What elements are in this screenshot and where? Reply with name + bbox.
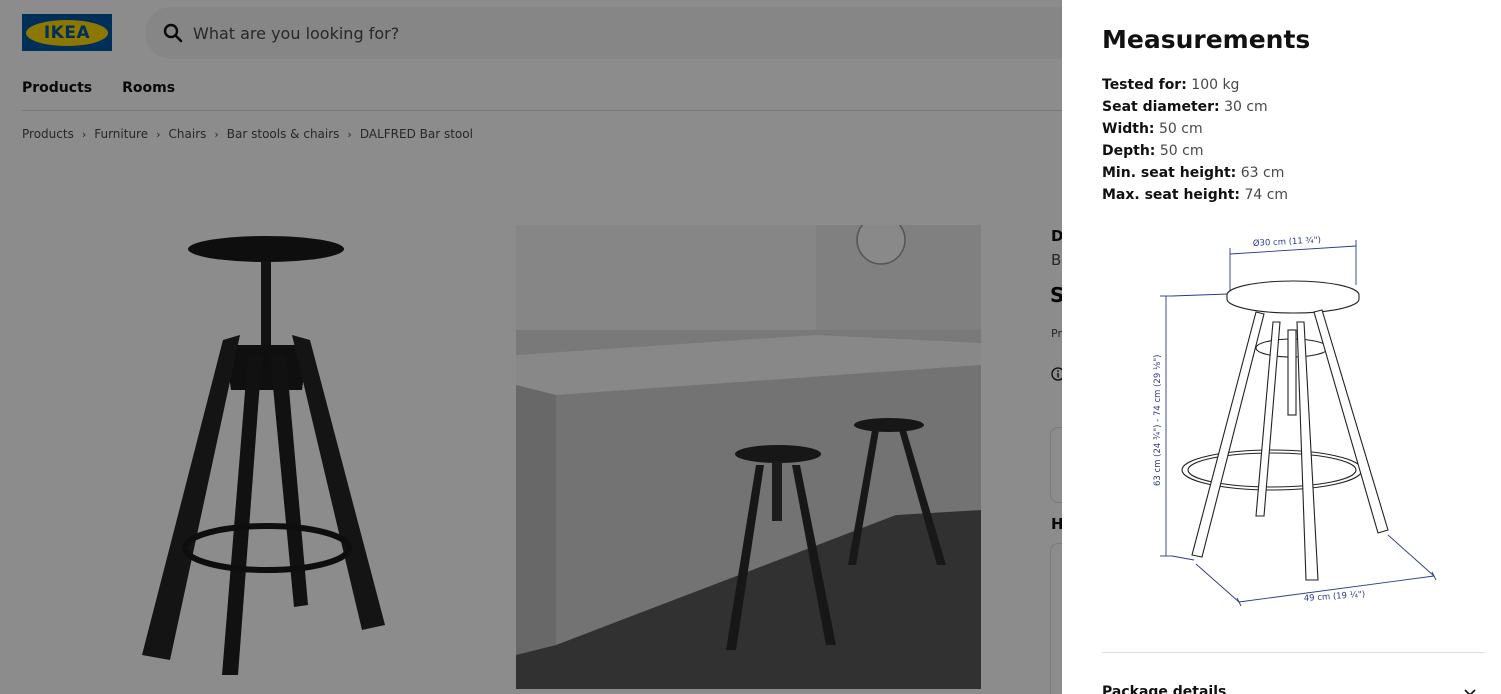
spec-value: 100 kg <box>1191 77 1240 93</box>
spec-depth: Depth: 50 cm <box>1102 140 1288 162</box>
stool-drawing <box>1181 280 1389 581</box>
spec-value: 63 cm <box>1240 165 1285 181</box>
spec-width: Width: 50 cm <box>1102 118 1288 140</box>
spec-label: Seat diameter: <box>1102 99 1220 115</box>
chevron-down-icon[interactable] <box>1463 688 1477 694</box>
spec-label: Min. seat height: <box>1102 165 1237 181</box>
spec-label: Max. seat height: <box>1102 187 1240 203</box>
panel-divider <box>1102 652 1485 653</box>
spec-max-seat-height: Max. seat height: 74 cm <box>1102 184 1288 206</box>
modal-backdrop[interactable] <box>0 0 1062 694</box>
spec-min-seat-height: Min. seat height: 63 cm <box>1102 162 1288 184</box>
spec-label: Width: <box>1102 121 1155 137</box>
panel-title: Measurements <box>1102 25 1311 54</box>
spec-tested-for: Tested for: 100 kg <box>1102 74 1288 96</box>
spec-value: 74 cm <box>1244 187 1289 203</box>
spec-seat-diameter: Seat diameter: 30 cm <box>1102 96 1288 118</box>
measurement-diagram: Ø30 cm (11 ¾") 63 cm (24 ¾") - 74 cm (29… <box>1153 234 1437 607</box>
spec-value: 30 cm <box>1224 99 1268 115</box>
spec-value: 50 cm <box>1159 143 1204 159</box>
height-label: 63 cm (24 ¾") - 74 cm (29 ⅛") <box>1153 355 1163 486</box>
spec-label: Tested for: <box>1102 77 1187 93</box>
seat-diameter-label: Ø30 cm (11 ¾") <box>1253 234 1322 249</box>
package-details-toggle[interactable]: Package details <box>1102 684 1226 694</box>
measurements-list: Tested for: 100 kg Seat diameter: 30 cm … <box>1102 74 1288 206</box>
spec-value: 50 cm <box>1158 121 1203 137</box>
measurements-panel: Measurements Tested for: 100 kg Seat dia… <box>1062 0 1501 694</box>
spec-label: Depth: <box>1102 143 1156 159</box>
